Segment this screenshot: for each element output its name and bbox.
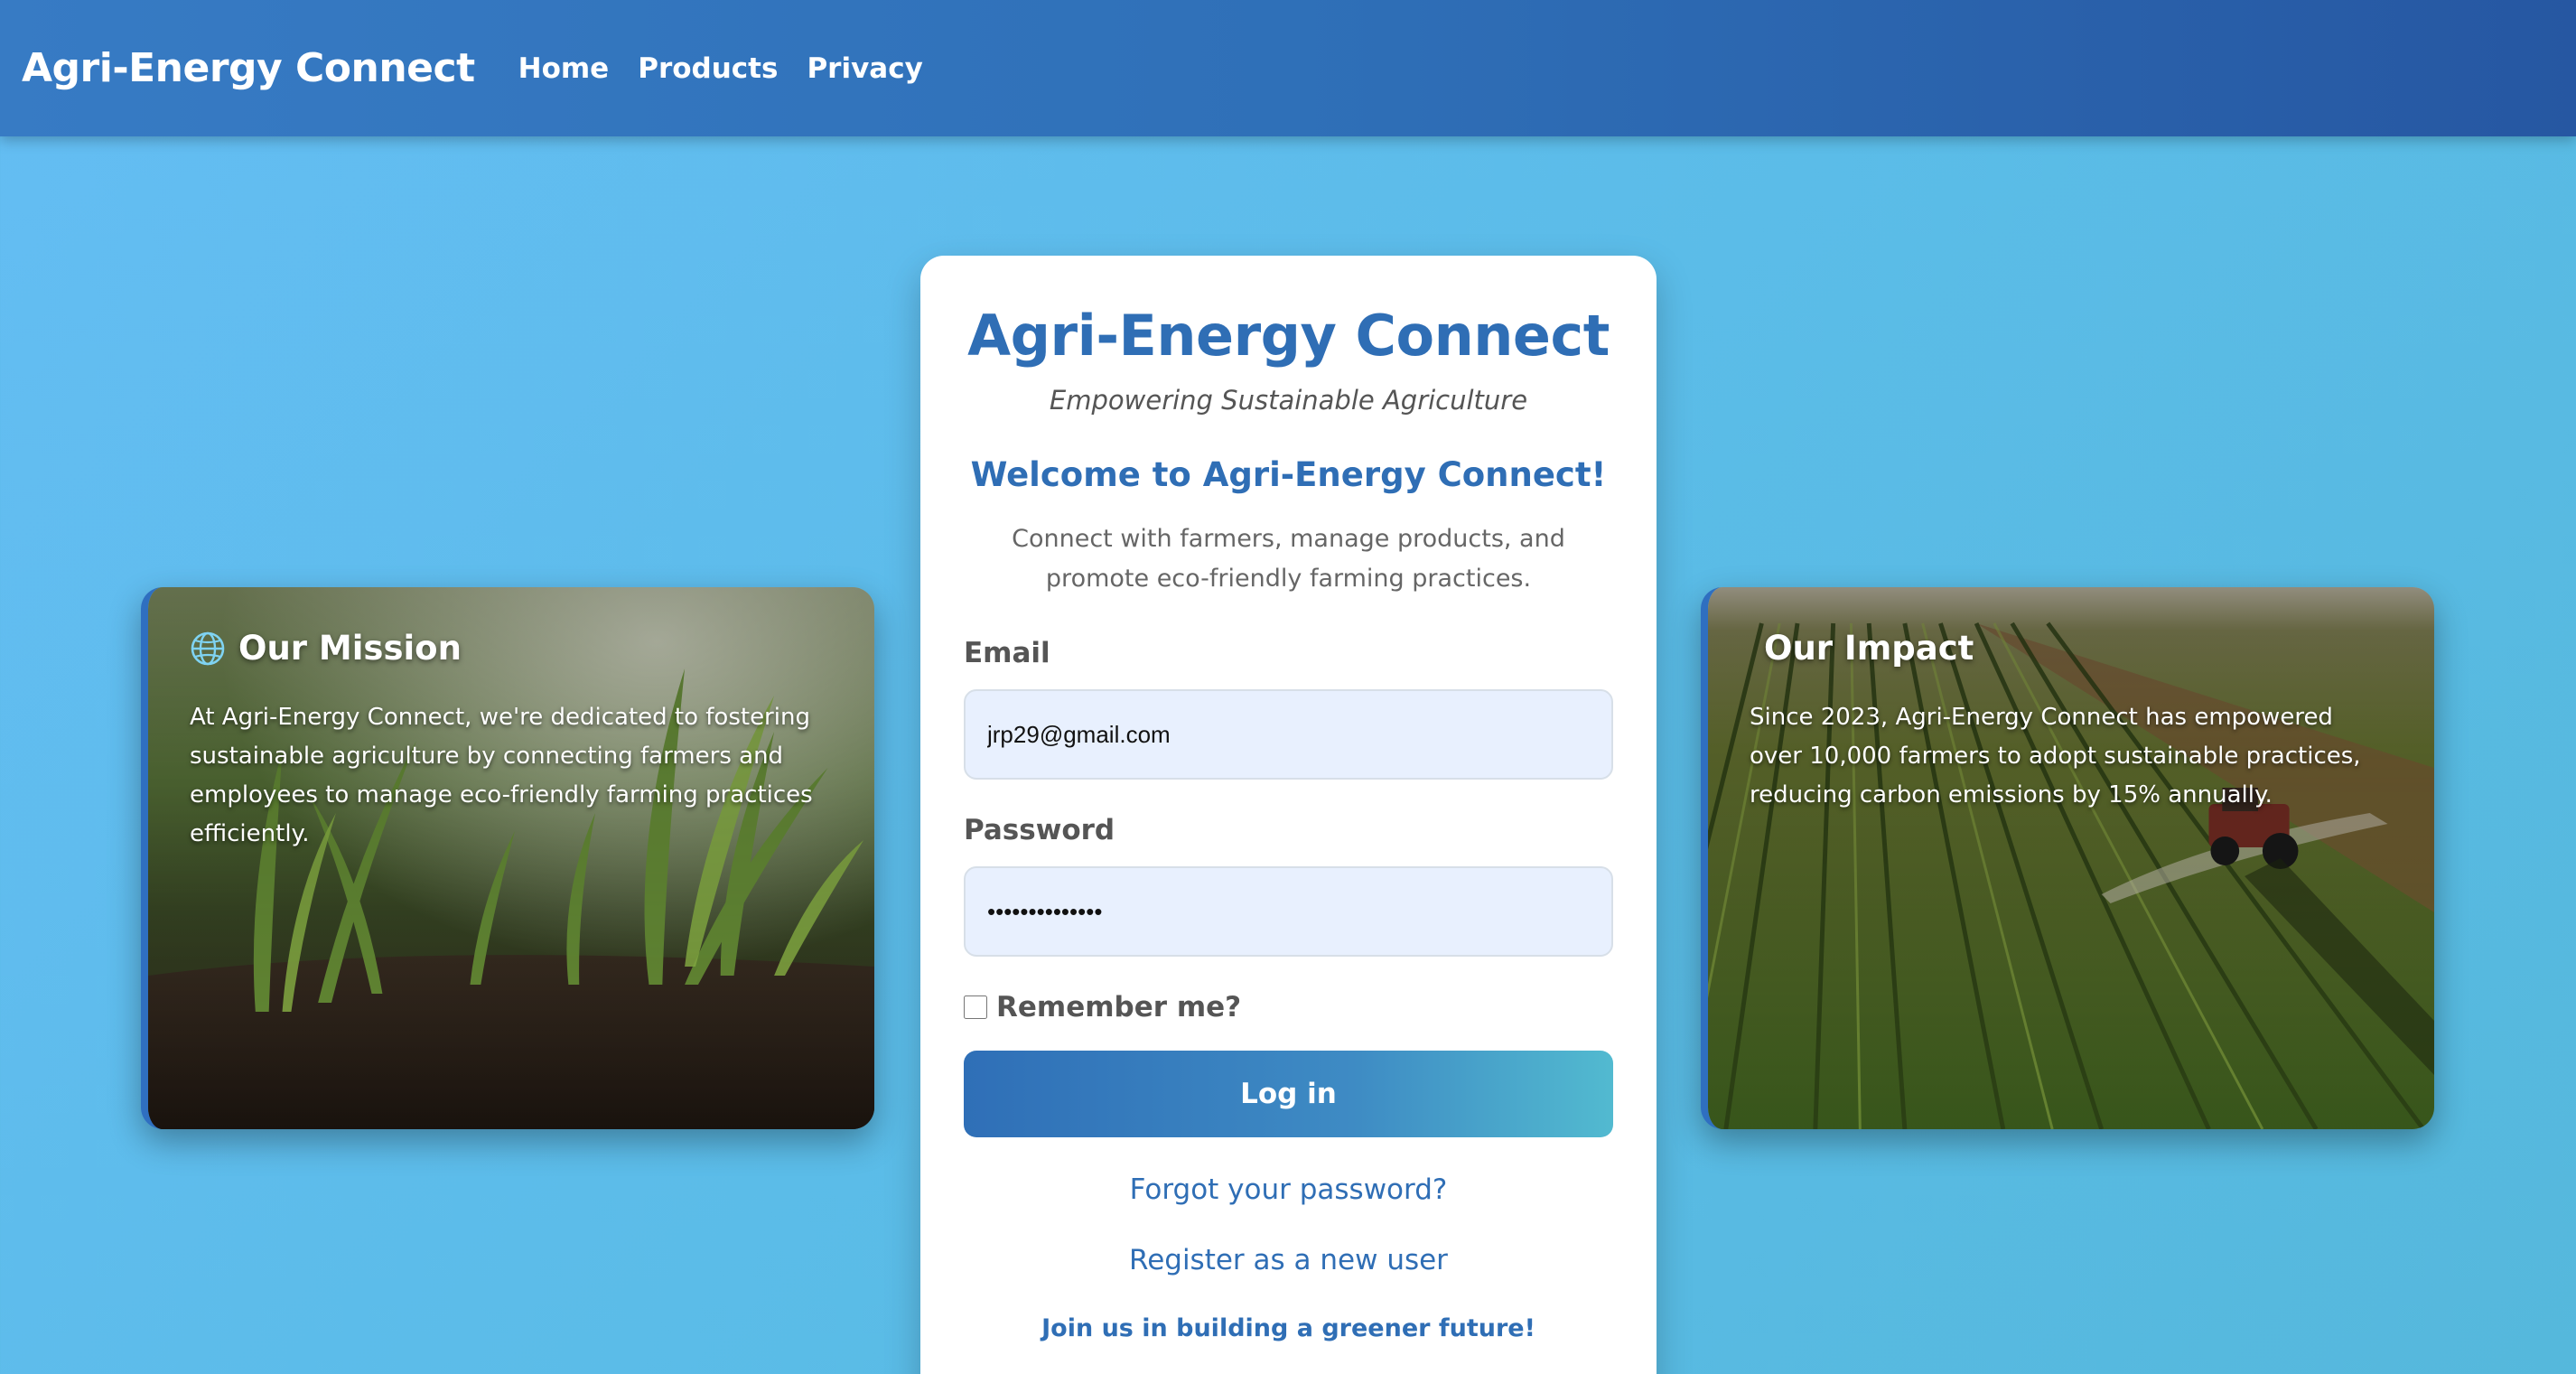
email-input[interactable] — [964, 689, 1613, 780]
login-tagline: Empowering Sustainable Agriculture — [1049, 385, 1528, 416]
impact-card-content: Our Impact Since 2023, Agri-Energy Conne… — [1750, 629, 2393, 815]
welcome-text: Connect with farmers, manage products, a… — [1012, 525, 1565, 593]
mission-card: Our Mission At Agri-Energy Connect, we'r… — [141, 587, 874, 1129]
login-button[interactable]: Log in — [964, 1051, 1613, 1137]
nav-privacy-link[interactable]: Privacy — [807, 52, 922, 85]
remember-me-row: Remember me? — [964, 991, 1613, 1023]
brand-logo[interactable]: Agri-Energy Connect — [22, 45, 475, 91]
mission-card-text: At Agri-Energy Connect, we're dedicated … — [190, 704, 813, 847]
mission-card-content: Our Mission At Agri-Energy Connect, we'r… — [190, 629, 833, 854]
impact-card-text: Since 2023, Agri-Energy Connect has empo… — [1750, 704, 2361, 809]
impact-card: Our Impact Since 2023, Agri-Energy Conne… — [1701, 587, 2434, 1129]
mission-card-title: Our Mission — [190, 629, 833, 668]
nav-products-link[interactable]: Products — [638, 52, 778, 85]
remember-me-checkbox[interactable] — [964, 995, 987, 1019]
forgot-password-link[interactable]: Forgot your password? — [964, 1173, 1613, 1206]
mission-card-title-text: Our Mission — [238, 629, 462, 668]
top-navbar: Agri-Energy Connect Home Products Privac… — [0, 0, 2576, 136]
password-label: Password — [964, 814, 1115, 846]
welcome-heading: Welcome to Agri-Energy Connect! — [970, 455, 1607, 494]
login-card: Agri-Energy Connect Empowering Sustainab… — [920, 256, 1657, 1374]
remember-me-label[interactable]: Remember me? — [996, 991, 1241, 1023]
login-form: Email Password Remember me? Log in Forgo… — [964, 637, 1613, 1342]
email-label: Email — [964, 637, 1050, 669]
join-tagline: Join us in building a greener future! — [1041, 1314, 1535, 1342]
nav-links: Home Products Privacy — [518, 52, 923, 85]
globe-icon — [190, 631, 226, 667]
register-link[interactable]: Register as a new user — [964, 1244, 1613, 1276]
impact-card-title: Our Impact — [1764, 629, 1974, 668]
nav-home-link[interactable]: Home — [518, 52, 610, 85]
password-input[interactable] — [964, 866, 1613, 957]
login-title: Agri-Energy Connect — [967, 303, 1610, 369]
